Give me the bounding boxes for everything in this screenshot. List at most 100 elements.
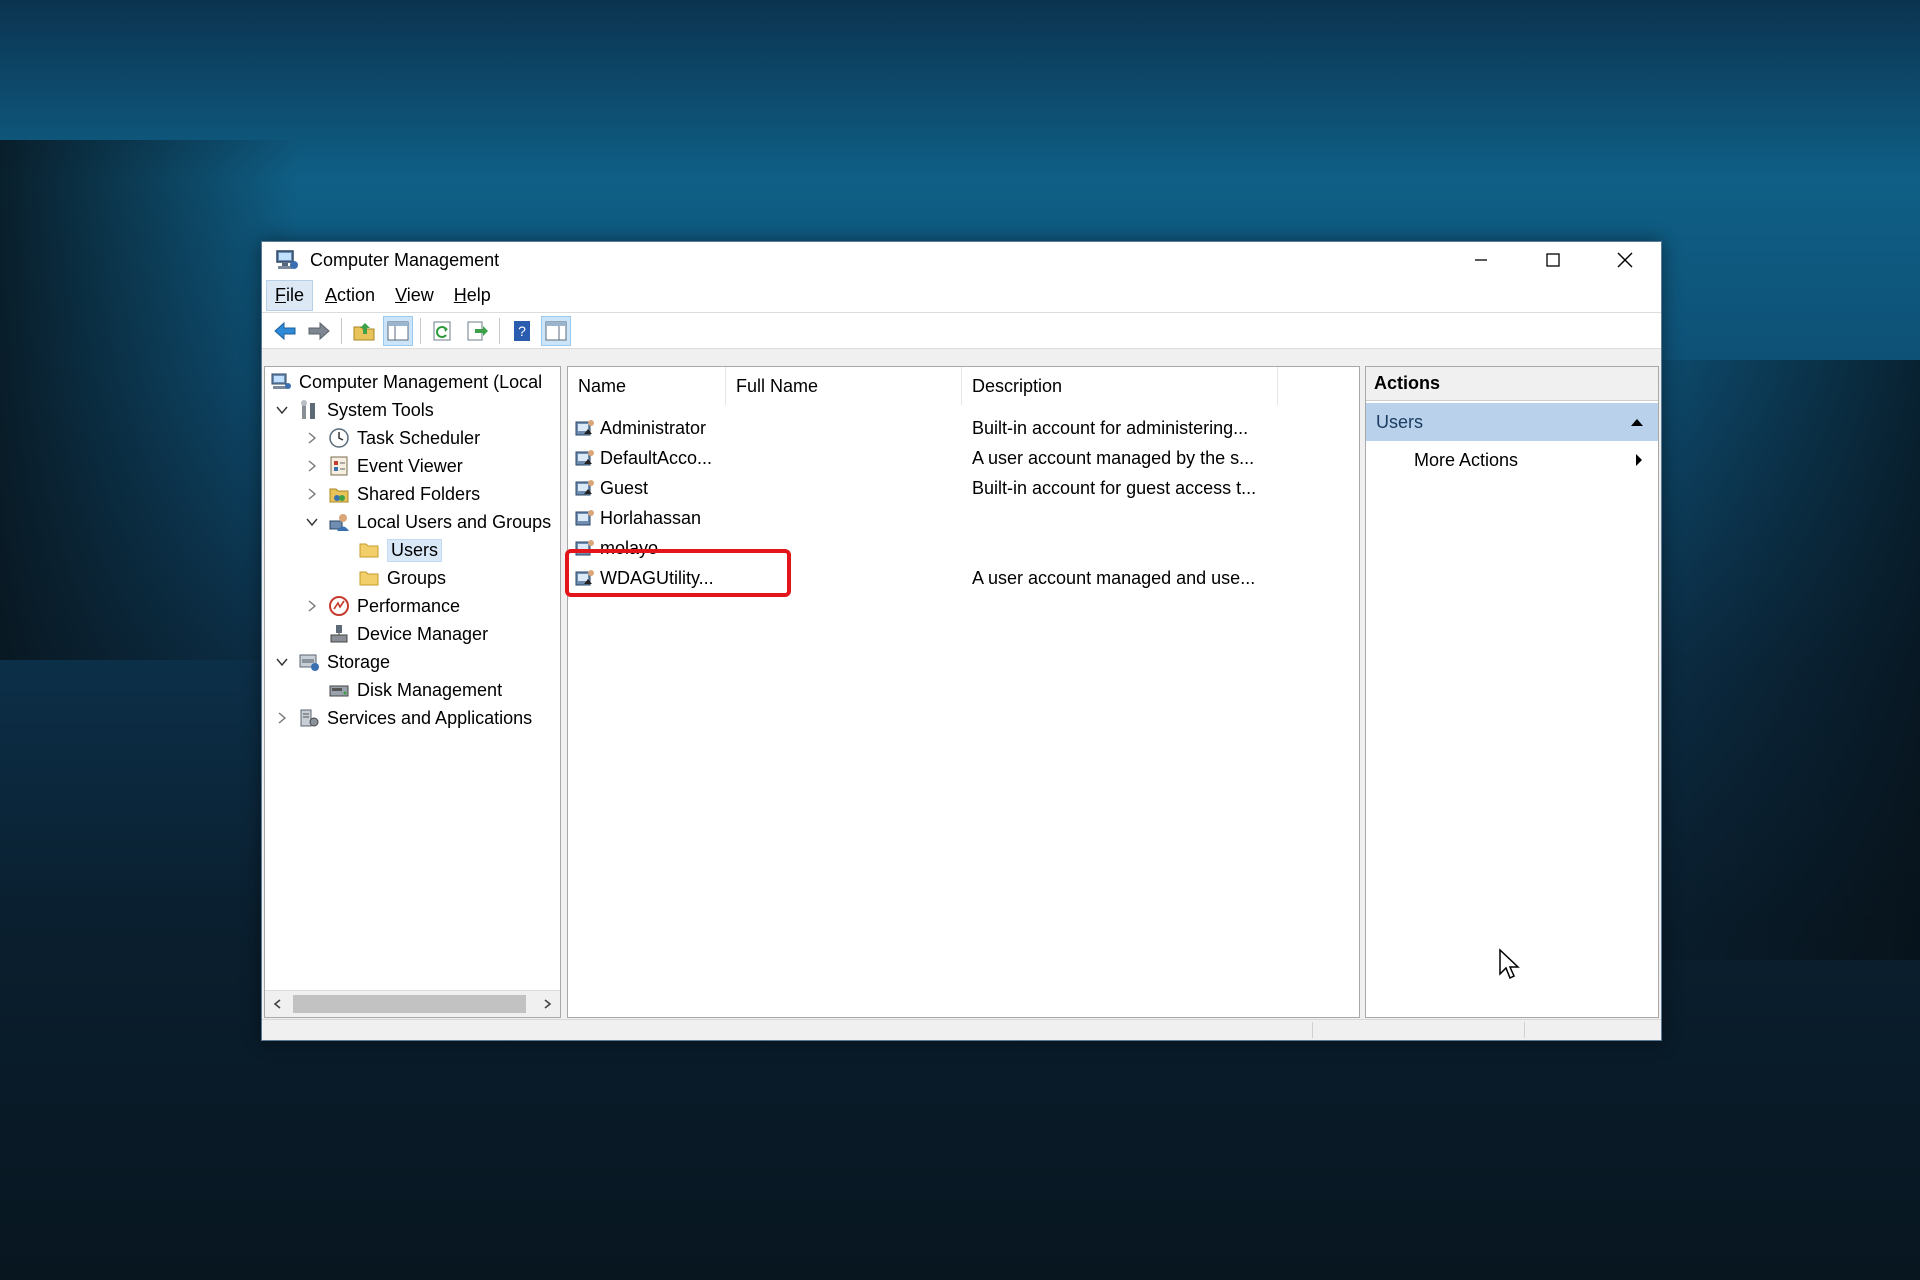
table-row[interactable]: Horlahassan bbox=[568, 503, 1359, 533]
tree-item-system-tools[interactable]: System Tools bbox=[273, 397, 434, 423]
more-actions-item[interactable]: More Actions bbox=[1366, 443, 1658, 477]
tree-item-event-viewer[interactable]: Event Viewer bbox=[303, 453, 463, 479]
back-button[interactable] bbox=[270, 316, 300, 346]
table-row[interactable]: DefaultAcco... A user account managed by… bbox=[568, 443, 1359, 473]
actions-pane: Actions Users More Actions bbox=[1365, 366, 1659, 1018]
tree-horizontal-scrollbar[interactable] bbox=[265, 990, 560, 1017]
actions-section-label: Users bbox=[1376, 411, 1424, 432]
column-header-full-name[interactable]: Full Name bbox=[726, 367, 962, 405]
help-icon: ? bbox=[514, 320, 530, 341]
export-list-button[interactable] bbox=[462, 316, 492, 346]
up-one-level-button[interactable] bbox=[349, 316, 379, 346]
tree-label: Event Viewer bbox=[357, 455, 463, 476]
menu-action[interactable]: Action bbox=[317, 281, 383, 310]
back-arrow-icon bbox=[274, 321, 296, 340]
tree-item-computer-management[interactable]: Computer Management (Local bbox=[269, 369, 542, 395]
tree-label: Computer Management (Local bbox=[299, 371, 543, 392]
action-pane-icon bbox=[545, 321, 567, 340]
tree-label: System Tools bbox=[327, 399, 434, 420]
show-hide-console-tree-button[interactable] bbox=[383, 315, 413, 346]
chevron-right-icon[interactable] bbox=[303, 429, 321, 447]
tree-label: Local Users and Groups bbox=[357, 511, 552, 532]
user-name: Guest bbox=[600, 477, 649, 498]
console-tree-icon bbox=[387, 321, 409, 340]
refresh-button[interactable] bbox=[428, 316, 458, 346]
maximize-button[interactable] bbox=[1517, 242, 1589, 278]
performance-icon bbox=[327, 594, 351, 618]
scroll-right-button[interactable] bbox=[534, 991, 560, 1017]
minimize-icon bbox=[1475, 259, 1487, 261]
background-rocks bbox=[1620, 360, 1920, 960]
chevron-down-icon[interactable] bbox=[273, 653, 291, 671]
close-button[interactable] bbox=[1589, 242, 1661, 278]
user-description: Built-in account for administering... bbox=[972, 417, 1249, 438]
collapse-up-icon[interactable] bbox=[1630, 417, 1644, 427]
folder-icon bbox=[357, 538, 381, 562]
user-icon bbox=[575, 450, 594, 466]
actions-section-users[interactable]: Users bbox=[1366, 403, 1658, 441]
chevron-down-icon[interactable] bbox=[273, 401, 291, 419]
mouse-cursor-icon bbox=[1499, 948, 1520, 980]
tree-label: Groups bbox=[387, 567, 447, 588]
tree-item-shared-folders[interactable]: Shared Folders bbox=[303, 481, 480, 507]
tree-item-device-manager[interactable]: Device Manager bbox=[303, 621, 488, 647]
tree-item-task-scheduler[interactable]: Task Scheduler bbox=[303, 425, 480, 451]
tree-item-performance[interactable]: Performance bbox=[303, 593, 460, 619]
toolbar-separator bbox=[341, 317, 342, 344]
services-icon bbox=[297, 706, 321, 730]
maximize-icon bbox=[1546, 253, 1560, 267]
title-bar[interactable]: Computer Management bbox=[262, 242, 1661, 278]
help-button[interactable]: ? bbox=[507, 316, 537, 346]
menu-bar: File Action View Help bbox=[262, 278, 1661, 313]
tree-item-users[interactable]: Users bbox=[333, 537, 443, 563]
users-list-pane[interactable]: Name Full Name Description Administrator… bbox=[565, 366, 1360, 1018]
tree-label: Task Scheduler bbox=[357, 427, 481, 448]
user-description: A user account managed by the s... bbox=[972, 447, 1255, 468]
show-hide-action-pane-button[interactable] bbox=[541, 315, 571, 346]
menu-view[interactable]: View bbox=[387, 281, 442, 310]
more-actions-label: More Actions bbox=[1414, 449, 1519, 470]
system-tools-icon bbox=[297, 398, 321, 422]
shared-folder-icon bbox=[327, 482, 351, 506]
status-separator bbox=[1524, 1022, 1525, 1038]
table-row[interactable]: Guest Built-in account for guest access … bbox=[568, 473, 1359, 503]
storage-icon bbox=[297, 650, 321, 674]
tree-item-groups[interactable]: Groups bbox=[333, 565, 446, 591]
column-header-description[interactable]: Description bbox=[962, 367, 1278, 405]
tree-label-selected: Users bbox=[387, 538, 443, 562]
scroll-thumb[interactable] bbox=[293, 995, 526, 1013]
export-icon bbox=[467, 321, 488, 340]
tree-label: Device Manager bbox=[357, 623, 489, 644]
tree-item-storage[interactable]: Storage bbox=[273, 649, 390, 675]
event-viewer-icon bbox=[327, 454, 351, 478]
user-name: Administrator bbox=[600, 417, 707, 438]
forward-button[interactable] bbox=[304, 316, 334, 346]
chevron-down-icon[interactable] bbox=[303, 513, 321, 531]
toolbar-separator bbox=[499, 317, 500, 344]
folder-icon bbox=[357, 566, 381, 590]
menu-help[interactable]: Help bbox=[446, 281, 499, 310]
toolbar: ? bbox=[262, 313, 1661, 349]
computer-management-icon bbox=[276, 250, 298, 269]
list-column-header: Name Full Name Description bbox=[568, 367, 1359, 405]
chevron-right-icon[interactable] bbox=[303, 597, 321, 615]
folder-up-icon bbox=[353, 322, 375, 340]
tree-label: Disk Management bbox=[357, 679, 503, 700]
column-header-name[interactable]: Name bbox=[568, 367, 726, 405]
table-row[interactable]: Administrator Built-in account for admin… bbox=[568, 413, 1359, 443]
clock-icon bbox=[327, 426, 351, 450]
minimize-button[interactable] bbox=[1445, 242, 1517, 278]
tree-item-services-applications[interactable]: Services and Applications bbox=[273, 705, 532, 731]
tree-item-disk-management[interactable]: Disk Management bbox=[303, 677, 502, 703]
chevron-right-icon bbox=[544, 999, 552, 1009]
chevron-left-icon bbox=[273, 999, 281, 1009]
chevron-right-icon[interactable] bbox=[273, 709, 291, 727]
chevron-right-icon[interactable] bbox=[303, 485, 321, 503]
tree-item-local-users-groups[interactable]: Local Users and Groups bbox=[303, 509, 551, 535]
highlight-annotation-box bbox=[565, 549, 791, 597]
scroll-left-button[interactable] bbox=[265, 991, 291, 1017]
menu-file[interactable]: File bbox=[266, 279, 314, 311]
chevron-right-icon[interactable] bbox=[303, 457, 321, 475]
window-title: Computer Management bbox=[310, 249, 500, 270]
console-tree-pane[interactable]: Computer Management (Local System Tools … bbox=[264, 366, 561, 1018]
